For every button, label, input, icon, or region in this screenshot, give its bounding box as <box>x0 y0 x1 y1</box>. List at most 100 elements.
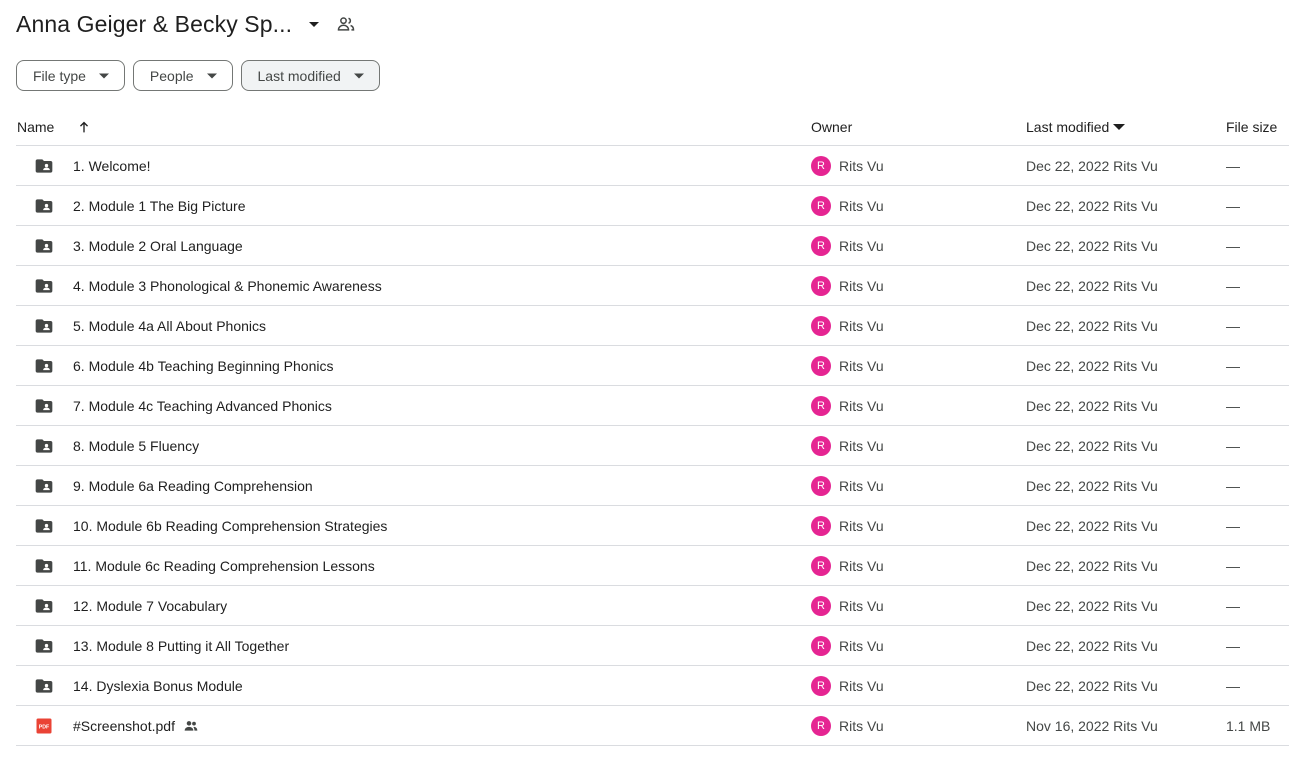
avatar[interactable]: R <box>811 355 831 376</box>
cell-owner: R Rits Vu <box>811 675 1026 696</box>
cell-last-modified: Dec 22, 2022 Rits Vu <box>1026 397 1158 414</box>
table-row[interactable]: 8. Module 5 Fluency R Rits Vu Dec 22, 2022 … <box>16 426 1289 466</box>
file-name[interactable]: 9. Module 6a Reading Comprehension <box>73 478 313 494</box>
folder-title[interactable]: Anna Geiger & Becky Sp... <box>16 11 292 38</box>
cell-name: 2. Module 1 The Big Picture <box>16 196 811 216</box>
table-row[interactable]: 7. Module 4c Teaching Advanced Phonics R R… <box>16 386 1289 426</box>
file-name[interactable]: 2. Module 1 The Big Picture <box>73 198 246 214</box>
avatar[interactable]: R <box>811 715 831 736</box>
table-row[interactable]: 2. Module 1 The Big Picture R Rits Vu Dec 2… <box>16 186 1289 226</box>
caret-down-icon <box>204 73 220 79</box>
file-name[interactable]: 5. Module 4a All About Phonics <box>73 318 266 334</box>
column-name-header[interactable]: Name <box>16 119 811 135</box>
table-row[interactable]: 6. Module 4b Teaching Beginning Phonics R… <box>16 346 1289 386</box>
file-name[interactable]: 13. Module 8 Putting it All Together <box>73 638 289 654</box>
shared-folder-icon <box>34 516 54 536</box>
table-row[interactable]: 14. Dyslexia Bonus Module R Rits Vu Dec 22,… <box>16 666 1289 706</box>
owner-name: Rits Vu <box>839 397 884 414</box>
avatar[interactable]: R <box>811 235 831 256</box>
file-name[interactable]: 6. Module 4b Teaching Beginning Phonics <box>73 358 333 374</box>
drive-folder-view: Anna Geiger & Becky Sp... File type Peop… <box>0 0 1289 762</box>
cell-name: 11. Module 6c Reading Comprehension Less… <box>16 556 811 576</box>
cell-owner: R Rits Vu <box>811 235 1026 256</box>
table-row[interactable]: 9. Module 6a Reading Comprehension R Rits … <box>16 466 1289 506</box>
avatar[interactable]: R <box>811 195 831 216</box>
avatar[interactable]: R <box>811 435 831 456</box>
column-last-modified-header[interactable]: Last modified <box>1026 119 1226 135</box>
table-row[interactable]: 12. Module 7 Vocabulary R Rits Vu Dec 22, 2… <box>16 586 1289 626</box>
cell-last-modified: Dec 22, 2022 Rits Vu <box>1026 677 1158 694</box>
cell-name: 6. Module 4b Teaching Beginning Phonics <box>16 356 811 376</box>
cell-file-size: — <box>1226 557 1240 574</box>
table-row[interactable]: PDF #Screenshot.pdf R Rits Vu Nov 16, 2022 R… <box>16 706 1289 746</box>
avatar[interactable]: R <box>811 675 831 696</box>
file-name[interactable]: 7. Module 4c Teaching Advanced Phonics <box>73 398 332 414</box>
shared-folder-icon <box>34 196 54 216</box>
title-row: Anna Geiger & Becky Sp... <box>16 6 358 42</box>
shared-folder-icon <box>34 436 54 456</box>
column-file-size-header[interactable]: File size <box>1226 119 1289 135</box>
file-type-filter[interactable]: File type <box>16 60 125 91</box>
avatar[interactable]: R <box>811 475 831 496</box>
cell-last-modified: Nov 16, 2022 Rits Vu <box>1026 717 1158 734</box>
file-name[interactable]: 1. Welcome! <box>73 158 151 174</box>
last-modified-filter[interactable]: Last modified <box>240 60 380 91</box>
owner-name: Rits Vu <box>839 157 884 174</box>
svg-text:PDF: PDF <box>39 724 50 730</box>
file-name[interactable]: 12. Module 7 Vocabulary <box>73 598 227 614</box>
file-name[interactable]: 8. Module 5 Fluency <box>73 438 199 454</box>
avatar[interactable]: R <box>811 315 831 336</box>
avatar[interactable]: R <box>811 395 831 416</box>
avatar[interactable]: R <box>811 555 831 576</box>
cell-name: 7. Module 4c Teaching Advanced Phonics <box>16 396 811 416</box>
cell-owner: R Rits Vu <box>811 515 1026 536</box>
cell-name: 9. Module 6a Reading Comprehension <box>16 476 811 496</box>
arrow-drop-down-icon[interactable] <box>1113 123 1126 131</box>
table-row[interactable]: 10. Module 6b Reading Comprehension Stra… <box>16 506 1289 546</box>
owner-name: Rits Vu <box>839 357 884 374</box>
shared-folder-icon <box>34 676 54 696</box>
people-filter[interactable]: People <box>132 60 233 91</box>
cell-file-size: — <box>1226 237 1240 254</box>
cell-last-modified: Dec 22, 2022 Rits Vu <box>1026 197 1158 214</box>
column-owner-header[interactable]: Owner <box>811 119 1026 135</box>
cell-name: 1. Welcome! <box>16 156 811 176</box>
people-icon[interactable] <box>334 12 358 36</box>
table-row[interactable]: 13. Module 8 Putting it All Together R Rit… <box>16 626 1289 666</box>
file-name[interactable]: 11. Module 6c Reading Comprehension Less… <box>73 558 375 574</box>
avatar[interactable]: R <box>811 635 831 656</box>
avatar[interactable]: R <box>811 595 831 616</box>
cell-owner: R Rits Vu <box>811 475 1026 496</box>
avatar[interactable]: R <box>811 275 831 296</box>
file-name[interactable]: 4. Module 3 Phonological & Phonemic Awar… <box>73 278 382 294</box>
cell-last-modified: Dec 22, 2022 Rits Vu <box>1026 597 1158 614</box>
owner-name: Rits Vu <box>839 317 884 334</box>
table-row[interactable]: 1. Welcome! R Rits Vu Dec 22, 2022 Rits Vu — <box>16 146 1289 186</box>
cell-owner: R Rits Vu <box>811 395 1026 416</box>
cell-last-modified: Dec 22, 2022 Rits Vu <box>1026 277 1158 294</box>
arrow-upward-icon[interactable] <box>76 119 92 135</box>
cell-name: 4. Module 3 Phonological & Phonemic Awar… <box>16 276 811 296</box>
shared-folder-icon <box>34 236 54 256</box>
cell-last-modified: Dec 22, 2022 Rits Vu <box>1026 477 1158 494</box>
owner-name: Rits Vu <box>839 557 884 574</box>
table-row[interactable]: 5. Module 4a All About Phonics R Rits Vu De… <box>16 306 1289 346</box>
file-name[interactable]: 14. Dyslexia Bonus Module <box>73 678 243 694</box>
avatar[interactable]: R <box>811 155 831 176</box>
pdf-icon: PDF <box>34 716 54 736</box>
cell-name: 14. Dyslexia Bonus Module <box>16 676 811 696</box>
shared-folder-icon <box>34 396 54 416</box>
shared-folder-icon <box>34 356 54 376</box>
cell-last-modified: Dec 22, 2022 Rits Vu <box>1026 517 1158 534</box>
file-name[interactable]: 3. Module 2 Oral Language <box>73 238 243 254</box>
table-row[interactable]: 4. Module 3 Phonological & Phonemic Awar… <box>16 266 1289 306</box>
table-row[interactable]: 3. Module 2 Oral Language R Rits Vu Dec 22,… <box>16 226 1289 266</box>
table-header: Name Owner Last modified File size <box>16 108 1289 146</box>
cell-owner: R Rits Vu <box>811 315 1026 336</box>
arrow-drop-down-icon[interactable] <box>302 12 326 36</box>
avatar[interactable]: R <box>811 515 831 536</box>
table-row[interactable]: 11. Module 6c Reading Comprehension Less… <box>16 546 1289 586</box>
file-name[interactable]: 10. Module 6b Reading Comprehension Stra… <box>73 518 387 534</box>
file-name[interactable]: #Screenshot.pdf <box>73 718 175 734</box>
owner-name: Rits Vu <box>839 677 884 694</box>
